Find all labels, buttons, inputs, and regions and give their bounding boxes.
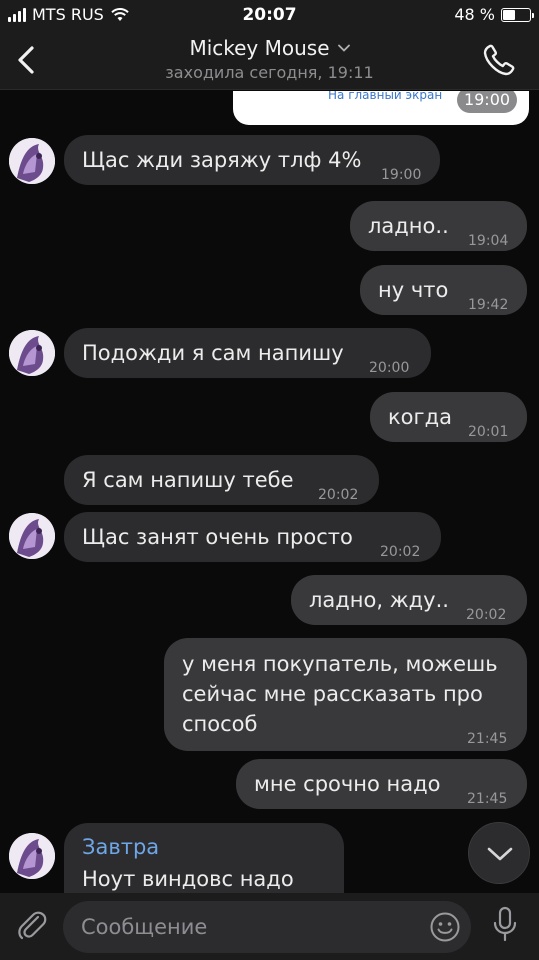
message-text-line: у меня покупатель, можешь [182, 652, 498, 676]
avatar-image [9, 330, 55, 376]
message-bubble-incoming[interactable]: Завтра Ноут виндовс надо [64, 823, 344, 893]
scroll-to-bottom-button[interactable] [468, 822, 530, 884]
message-time: 19:42 [468, 297, 509, 313]
chevron-down-icon [337, 44, 350, 52]
status-right: 48 % [454, 5, 534, 24]
contact-name: Mickey Mouse [189, 36, 330, 60]
message-bubble-incoming[interactable]: Щас жди заряжу тлф 4% 19:00 [64, 135, 440, 185]
message-bubble-outgoing[interactable]: мне срочно надо 21:45 [236, 759, 527, 809]
microphone-icon[interactable] [490, 905, 520, 945]
avatar-image [9, 513, 55, 559]
message-text: ладно, жду.. [309, 588, 449, 612]
chat-header: Mickey Mouse заходила сегодня, 19:11 [0, 30, 539, 90]
contact-avatar[interactable] [9, 513, 55, 559]
back-arrow-icon[interactable] [12, 42, 42, 78]
message-text: Щас жди заряжу тлф 4% [82, 148, 362, 172]
message-text: Я сам напишу тебе [82, 468, 294, 492]
reply-sender-name: Завтра [82, 835, 160, 859]
status-bar: MTS RUS 20:07 48 % [0, 0, 539, 30]
battery-percent: 48 % [454, 5, 495, 24]
home-screen-link[interactable]: На главный экран [328, 91, 442, 102]
message-list[interactable]: На главный экран 19:00 Щас жди заряжу тл… [0, 91, 539, 893]
message-text-line: способ [182, 712, 258, 736]
message-time: 19:04 [468, 233, 509, 249]
message-text-line: сейчас мне рассказать про [182, 682, 483, 706]
message-text: Подожди я сам напишу [82, 341, 344, 365]
message-time: 19:00 [457, 91, 517, 113]
paperclip-icon[interactable] [14, 907, 50, 943]
message-bubble-outgoing[interactable]: когда 20:01 [370, 392, 527, 442]
avatar-image [9, 833, 55, 879]
message-bubble-outgoing[interactable]: у меня покупатель, можешь сейчас мне рас… [164, 638, 527, 751]
avatar-image [9, 138, 55, 184]
message-time: 20:02 [380, 544, 421, 560]
chevron-down-icon [487, 847, 513, 861]
message-time: 20:02 [318, 487, 359, 503]
phone-call-icon[interactable] [481, 42, 517, 78]
contact-avatar[interactable] [9, 330, 55, 376]
emoji-icon[interactable] [429, 911, 461, 943]
message-time: 21:45 [467, 791, 508, 807]
message-bubble-outgoing[interactable]: ну что 19:42 [360, 265, 527, 315]
previous-message-card[interactable]: На главный экран 19:00 [233, 91, 529, 125]
message-time: 20:02 [466, 607, 507, 623]
contact-name-row: Mickey Mouse [189, 36, 350, 60]
message-input[interactable] [81, 901, 411, 953]
message-time: 19:00 [381, 167, 422, 183]
message-bubble-outgoing[interactable]: ладно.. 19:04 [350, 201, 527, 251]
message-bubble-incoming[interactable]: Щас занят очень просто 20:02 [64, 512, 441, 562]
message-text: ладно.. [368, 214, 449, 238]
message-composer [0, 893, 539, 960]
message-text: Ноут виндовс надо [82, 867, 294, 891]
last-seen-status: заходила сегодня, 19:11 [165, 63, 374, 82]
contact-avatar[interactable] [9, 138, 55, 184]
message-time: 21:45 [467, 731, 508, 747]
message-text: когда [388, 405, 452, 429]
battery-icon [501, 7, 534, 22]
message-text: Щас занят очень просто [82, 525, 353, 549]
message-text: мне срочно надо [254, 772, 441, 796]
message-bubble-incoming[interactable]: Подожди я сам напишу 20:00 [64, 328, 431, 378]
message-time: 20:01 [468, 424, 509, 440]
message-bubble-outgoing[interactable]: ладно, жду.. 20:02 [291, 575, 527, 625]
message-text: ну что [378, 278, 449, 302]
message-time: 20:00 [369, 360, 410, 376]
message-input-box[interactable] [63, 901, 471, 953]
chat-title-block[interactable]: Mickey Mouse заходила сегодня, 19:11 [100, 36, 439, 82]
message-bubble-incoming[interactable]: Я сам напишу тебе 20:02 [64, 455, 379, 505]
contact-avatar[interactable] [9, 833, 55, 879]
